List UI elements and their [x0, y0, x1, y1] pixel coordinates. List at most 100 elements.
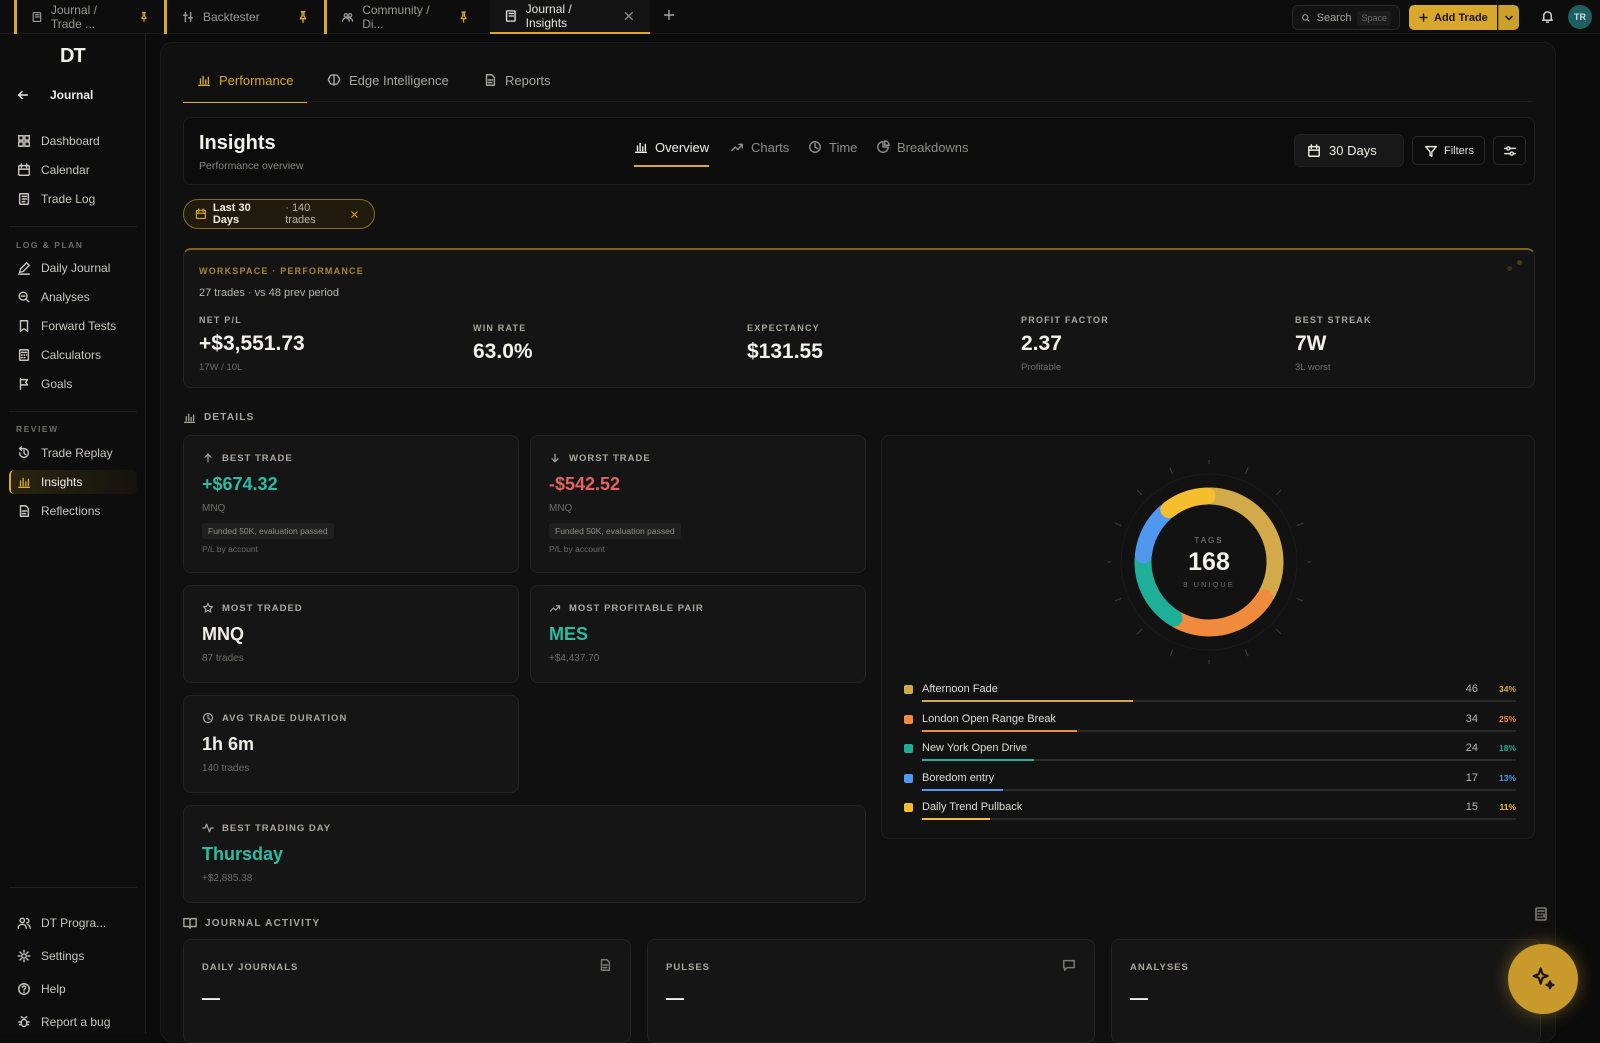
sidebar-item-dt-program[interactable]: DT Progra... [9, 911, 137, 935]
sidebar-item-forward-tests[interactable]: Forward Tests [9, 314, 137, 338]
tab-backtester[interactable]: Backtester [164, 0, 324, 34]
decor-dot [1507, 266, 1512, 271]
tab-performance[interactable]: Performance [183, 73, 308, 103]
sidebar-item-trade-log[interactable]: Trade Log [9, 187, 137, 211]
avg-duration-value: 1h 6m [202, 734, 255, 754]
worst-trade-value: -$542.52 [549, 474, 621, 494]
users-icon [17, 917, 31, 929]
account-tag: Funded 50K, evaluation passed [549, 523, 681, 539]
document-icon [600, 959, 611, 971]
pulse-icon [202, 823, 214, 833]
new-tab-button[interactable] [662, 8, 676, 22]
active-filter-chip[interactable]: Last 30 Days · 140 trades [183, 199, 375, 229]
best-trade-card[interactable]: BEST TRADE +$674.32 MNQ Funded 50K, eval… [183, 435, 519, 573]
most-profitable-pair-card[interactable]: MOST PROFITABLE PAIR MES +$4,437.70 [530, 585, 866, 683]
sidebar-item-calculators[interactable]: Calculators [9, 343, 137, 367]
calculator-button[interactable] [1533, 906, 1549, 922]
filters-button[interactable]: Filters [1412, 136, 1485, 165]
sidebar-item-label: Calculators [41, 348, 102, 362]
most-traded-card[interactable]: MOST TRADED MNQ 87 trades [183, 585, 519, 683]
subtab-label: Overview [655, 140, 710, 155]
sidebar-item-analyses[interactable]: Analyses [9, 285, 137, 309]
avatar[interactable]: TR [1568, 5, 1592, 29]
sidebar-item-report-bug[interactable]: Report a bug [9, 1010, 137, 1034]
date-range-select[interactable]: 30 Days [1294, 134, 1404, 167]
legend-row[interactable]: Daily Trend Pullback 15 11% [904, 798, 1516, 826]
sidebar-item-daily-journal[interactable]: Daily Journal [9, 256, 137, 280]
legend-swatch [904, 714, 913, 724]
card-label: MOST TRADED [202, 602, 303, 614]
settings-sliders-button[interactable] [1493, 136, 1526, 165]
donut-slice-london-open-range-break[interactable] [1168, 589, 1273, 637]
subtab-breakdowns[interactable]: Breakdowns [876, 140, 969, 167]
section-title-text: JOURNAL ACTIVITY [205, 917, 321, 929]
search-button[interactable]: Search Space [1292, 5, 1400, 30]
sidebar-item-goals[interactable]: Goals [9, 372, 137, 396]
calculator-icon [18, 349, 30, 361]
donut-slice-boredom-entry[interactable] [1134, 503, 1175, 564]
sidebar-item-insights[interactable]: Insights [9, 470, 137, 494]
daily-journals-card[interactable]: DAILY JOURNALS — [183, 939, 631, 1043]
legend-count: 34 [1465, 712, 1478, 725]
tab-community[interactable]: Community / Di... [324, 0, 484, 34]
pin-icon[interactable] [296, 10, 310, 24]
sidebar-item-dashboard[interactable]: Dashboard [9, 129, 137, 153]
ai-assistant-button[interactable] [1508, 944, 1578, 1014]
legend-bar-fill [922, 788, 1003, 791]
sidebar-item-label: Goals [41, 377, 73, 391]
legend-row[interactable]: Boredom entry 17 13% [904, 769, 1516, 797]
tab-label: Community / Di... [362, 3, 430, 31]
details-section-title: DETAILS [183, 411, 254, 424]
add-trade-label: Add Trade [1434, 11, 1488, 24]
donut-slice-daily-trend-pullback[interactable] [1160, 487, 1216, 519]
subtab-time[interactable]: Time [808, 140, 857, 167]
donut-tick [1114, 522, 1122, 527]
pin-icon[interactable] [457, 10, 470, 24]
subtab-charts[interactable]: Charts [730, 140, 789, 167]
add-trade-dropdown[interactable] [1498, 5, 1519, 30]
bar-chart-icon [635, 142, 647, 153]
clock-icon [202, 712, 214, 724]
bookmark-icon [19, 320, 29, 332]
close-icon[interactable] [622, 9, 636, 23]
legend-swatch [904, 773, 913, 783]
tags-donut-chart[interactable]: TAGS 168 8 UNIQUE [1099, 452, 1319, 672]
notifications-button[interactable] [1540, 9, 1555, 24]
avg-duration-sub: 140 trades [202, 763, 250, 774]
avg-duration-card[interactable]: AVG TRADE DURATION 1h 6m 140 trades [183, 695, 519, 793]
tab-edge-intelligence[interactable]: Edge Intelligence [327, 73, 449, 103]
tab-journal-trade[interactable]: Journal / Trade ... [14, 0, 164, 34]
subtab-overview[interactable]: Overview [634, 140, 710, 167]
back-to-journal[interactable]: Journal [16, 88, 93, 102]
worst-trade-card[interactable]: WORST TRADE -$542.52 MNQ Funded 50K, eva… [530, 435, 866, 573]
most-traded-sub: 87 trades [202, 653, 244, 664]
donut-slice-new-york-open-drive[interactable] [1134, 550, 1183, 627]
decor-dot [1517, 260, 1522, 265]
tab-label: Journal / Trade ... [50, 3, 97, 31]
donut-tick [1244, 467, 1249, 475]
tab-reports[interactable]: Reports [483, 73, 551, 103]
tab-journal-insights[interactable]: Journal / Insights [490, 0, 650, 34]
donut-tick [1275, 628, 1282, 635]
help-icon [18, 983, 30, 995]
pulses-card[interactable]: PULSES — [647, 939, 1095, 1043]
sidebar-item-help[interactable]: Help [9, 977, 137, 1001]
plus-icon [663, 9, 675, 21]
pin-icon[interactable] [138, 10, 150, 24]
performance-summary: 27 trades · vs 48 prev period [199, 287, 340, 299]
sidebar-item-trade-replay[interactable]: Trade Replay [9, 441, 137, 465]
best-trading-day-card[interactable]: BEST TRADING DAY Thursday +$2,885.38 [183, 805, 866, 903]
sidebar-item-calendar[interactable]: Calendar [9, 158, 137, 182]
donut-tick [1169, 467, 1174, 475]
section-heading-log-plan: LOG & PLAN [16, 240, 84, 250]
legend-row[interactable]: Afternoon Fade 46 34% [904, 680, 1516, 708]
close-icon[interactable] [349, 209, 360, 220]
legend-row[interactable]: London Open Range Break 34 25% [904, 710, 1516, 738]
analyses-card[interactable]: ANALYSES — [1111, 939, 1541, 1043]
legend-count: 46 [1465, 683, 1478, 695]
add-trade-button[interactable]: Add Trade [1409, 5, 1497, 30]
sidebar-item-label: Insights [41, 475, 83, 489]
sidebar-item-reflections[interactable]: Reflections [9, 499, 137, 523]
legend-row[interactable]: New York Open Drive 24 18% [904, 739, 1516, 767]
sidebar-item-settings[interactable]: Settings [9, 944, 137, 968]
